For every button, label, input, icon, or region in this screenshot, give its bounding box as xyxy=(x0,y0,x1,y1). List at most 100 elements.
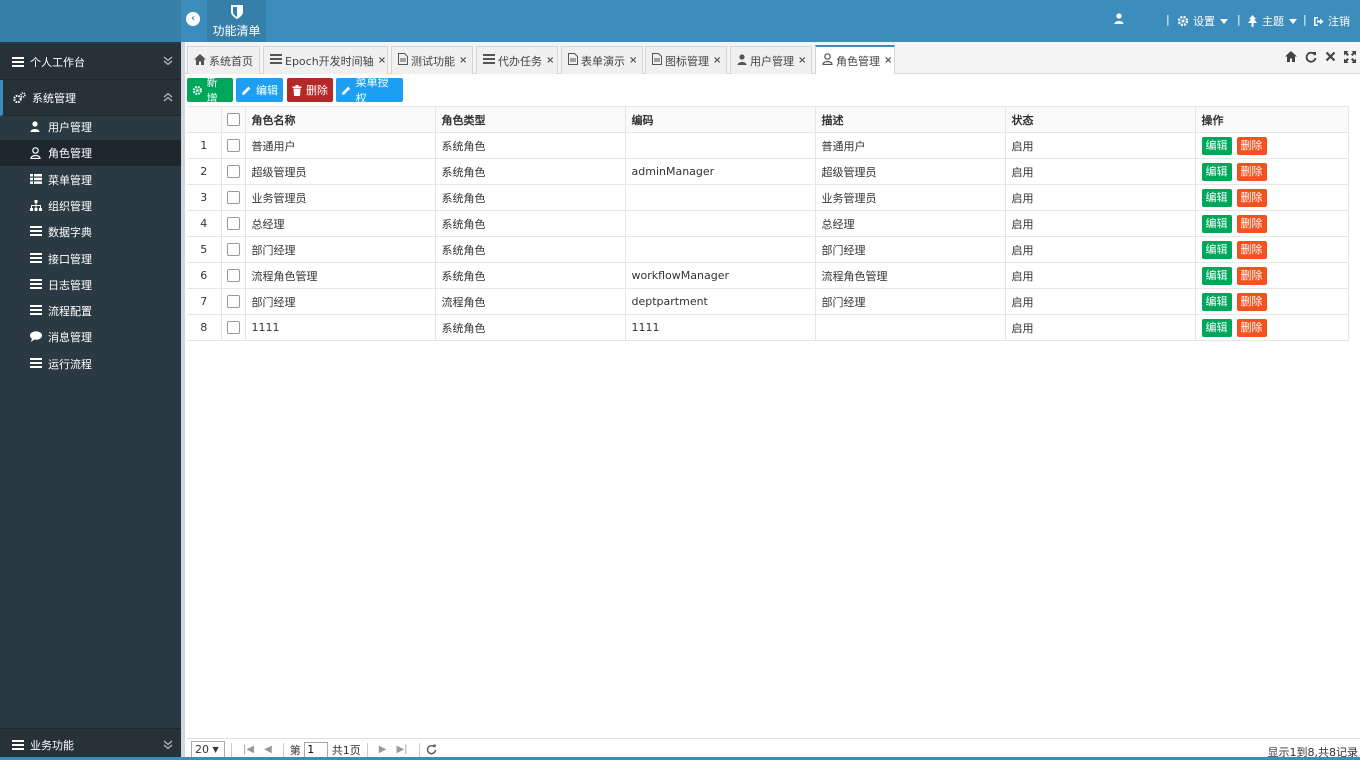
row-checkbox[interactable] xyxy=(221,314,246,341)
tab[interactable]: 测试功能 × xyxy=(391,46,473,74)
table-row[interactable]: 5 部门经理 系统角色 部门经理 启用 编辑 删除 xyxy=(187,236,1349,263)
table-row[interactable]: 6 流程角色管理 系统角色 workflowManager 流程角色管理 启用 编辑 删除 xyxy=(187,262,1349,289)
row-edit-button[interactable]: 编辑 xyxy=(1201,318,1232,337)
delete-button[interactable]: 删除 xyxy=(287,78,333,102)
sidebar-toggle-icon[interactable]: ‹ xyxy=(186,12,200,26)
next-page-icon[interactable]: ▶ xyxy=(379,744,387,755)
row-edit-button[interactable]: 编辑 xyxy=(1201,266,1232,285)
last-page-icon[interactable]: ▶| xyxy=(396,744,407,755)
close-icon[interactable]: × xyxy=(884,55,892,66)
sidebar-group-business[interactable]: 业务功能 xyxy=(0,728,181,760)
row-edit-button[interactable]: 编辑 xyxy=(1201,240,1232,259)
row-checkbox[interactable] xyxy=(221,236,246,263)
row-edit-button[interactable]: 编辑 xyxy=(1201,136,1232,155)
row-edit-button[interactable]: 编辑 xyxy=(1201,292,1232,311)
cell-desc: 超级管理员 xyxy=(815,158,1006,185)
theme-menu[interactable]: 主题 xyxy=(1247,13,1297,29)
close-all-icon[interactable] xyxy=(1325,51,1336,62)
close-icon[interactable]: × xyxy=(459,55,467,66)
row-checkbox[interactable] xyxy=(221,210,246,237)
fullscreen-icon[interactable] xyxy=(1344,51,1356,63)
sidebar-item[interactable]: 数据字典 xyxy=(0,219,181,245)
sidebar-item[interactable]: 菜单管理 xyxy=(0,167,181,193)
row-edit-button[interactable]: 编辑 xyxy=(1201,162,1232,181)
row-edit-button[interactable]: 编辑 xyxy=(1201,214,1232,233)
list-icon xyxy=(30,305,42,317)
close-icon[interactable]: × xyxy=(546,55,554,66)
function-list-button[interactable]: 功能清单 xyxy=(207,0,266,42)
list-icon xyxy=(30,357,42,370)
page-number-input[interactable] xyxy=(304,741,329,758)
close-icon[interactable]: × xyxy=(629,55,637,66)
row-delete-button[interactable]: 删除 xyxy=(1236,292,1267,311)
close-icon[interactable]: × xyxy=(798,55,806,66)
settings-menu[interactable]: 设置 xyxy=(1177,13,1228,29)
tab[interactable]: Epoch开发时间轴 × xyxy=(263,46,388,74)
column-header[interactable]: 角色类型 xyxy=(435,106,626,133)
cell-desc: 总经理 xyxy=(815,210,1006,237)
tab[interactable]: 系统首页 xyxy=(187,46,260,74)
tab[interactable]: 角色管理 × xyxy=(815,45,895,74)
row-delete-button[interactable]: 删除 xyxy=(1236,136,1267,155)
sidebar-item[interactable]: 角色管理 xyxy=(0,140,181,167)
sidebar-item[interactable]: 组织管理 xyxy=(0,193,181,219)
sidebar-group-system[interactable]: 系统管理 xyxy=(0,80,181,116)
page-size-select[interactable]: 20 ▼ xyxy=(191,741,225,758)
tab[interactable]: 用户管理 × xyxy=(730,46,812,74)
select-all-checkbox[interactable] xyxy=(221,106,246,133)
table-row[interactable]: 8 1111 系统角色 1111 启用 编辑 删除 xyxy=(187,314,1349,341)
page-total: 共1页 xyxy=(331,743,361,757)
add-button[interactable]: 新增 xyxy=(187,76,233,105)
hamburger-icon xyxy=(12,739,24,750)
row-delete-button[interactable]: 删除 xyxy=(1236,240,1267,259)
logout-button[interactable]: 注销 xyxy=(1313,13,1350,29)
column-header[interactable]: 角色名称 xyxy=(245,106,436,133)
table-row[interactable]: 1 普通用户 系统角色 普通用户 启用 编辑 删除 xyxy=(187,132,1349,159)
tab[interactable]: 代办任务 × xyxy=(476,46,558,74)
sidebar-item[interactable]: 运行流程 xyxy=(0,351,181,377)
document-icon xyxy=(652,53,662,68)
row-number: 5 xyxy=(187,236,222,263)
sidebar-item[interactable]: 用户管理 xyxy=(0,114,181,140)
row-checkbox[interactable] xyxy=(221,288,246,315)
row-checkbox[interactable] xyxy=(221,262,246,289)
row-delete-button[interactable]: 删除 xyxy=(1236,214,1267,233)
row-checkbox[interactable] xyxy=(221,132,246,159)
table-row[interactable]: 4 总经理 系统角色 总经理 启用 编辑 删除 xyxy=(187,210,1349,237)
sidebar-group-label: 系统管理 xyxy=(32,91,76,105)
chevron-down-icon xyxy=(1220,18,1228,24)
column-header[interactable]: 编码 xyxy=(625,106,816,133)
sidebar-item[interactable]: 消息管理 xyxy=(0,324,181,350)
row-delete-button[interactable]: 删除 xyxy=(1236,188,1267,207)
sidebar-item[interactable]: 接口管理 xyxy=(0,246,181,272)
row-delete-button[interactable]: 删除 xyxy=(1236,162,1267,181)
row-edit-button[interactable]: 编辑 xyxy=(1201,188,1232,207)
menu-auth-button[interactable]: 菜单授权 xyxy=(336,76,403,105)
sidebar-item[interactable]: 流程配置 xyxy=(0,298,181,324)
cell-name: 超级管理员 xyxy=(245,158,436,185)
first-page-icon[interactable]: |◀ xyxy=(243,744,254,755)
user-avatar-button[interactable] xyxy=(1114,13,1128,24)
sidebar-item[interactable]: 日志管理 xyxy=(0,272,181,298)
close-icon[interactable]: × xyxy=(378,55,386,66)
sidebar-group-personal[interactable]: 个人工作台 xyxy=(0,44,181,80)
tab[interactable]: 表单演示 × xyxy=(561,46,643,74)
table-row[interactable]: 2 超级管理员 系统角色 adminManager 超级管理员 启用 编辑 删除 xyxy=(187,158,1349,185)
table-row[interactable]: 7 部门经理 流程角色 deptpartment 部门经理 启用 编辑 删除 xyxy=(187,288,1349,315)
cell-actions: 编辑 删除 xyxy=(1195,314,1349,341)
sidebar-divider[interactable] xyxy=(181,42,185,760)
home-icon[interactable] xyxy=(1285,51,1297,62)
row-checkbox[interactable] xyxy=(221,158,246,185)
prev-page-icon[interactable]: ◀ xyxy=(264,744,272,755)
row-delete-button[interactable]: 删除 xyxy=(1236,266,1267,285)
row-checkbox[interactable] xyxy=(221,184,246,211)
tab[interactable]: 图标管理 × xyxy=(645,46,727,74)
table-row[interactable]: 3 业务管理员 系统角色 业务管理员 启用 编辑 删除 xyxy=(187,184,1349,211)
edit-button[interactable]: 编辑 xyxy=(236,78,283,102)
column-header[interactable]: 描述 xyxy=(815,106,1006,133)
refresh-icon[interactable] xyxy=(1305,51,1317,63)
reload-icon[interactable] xyxy=(426,744,437,755)
close-icon[interactable]: × xyxy=(713,55,721,66)
row-delete-button[interactable]: 删除 xyxy=(1236,318,1267,337)
column-header[interactable]: 状态 xyxy=(1005,106,1196,133)
